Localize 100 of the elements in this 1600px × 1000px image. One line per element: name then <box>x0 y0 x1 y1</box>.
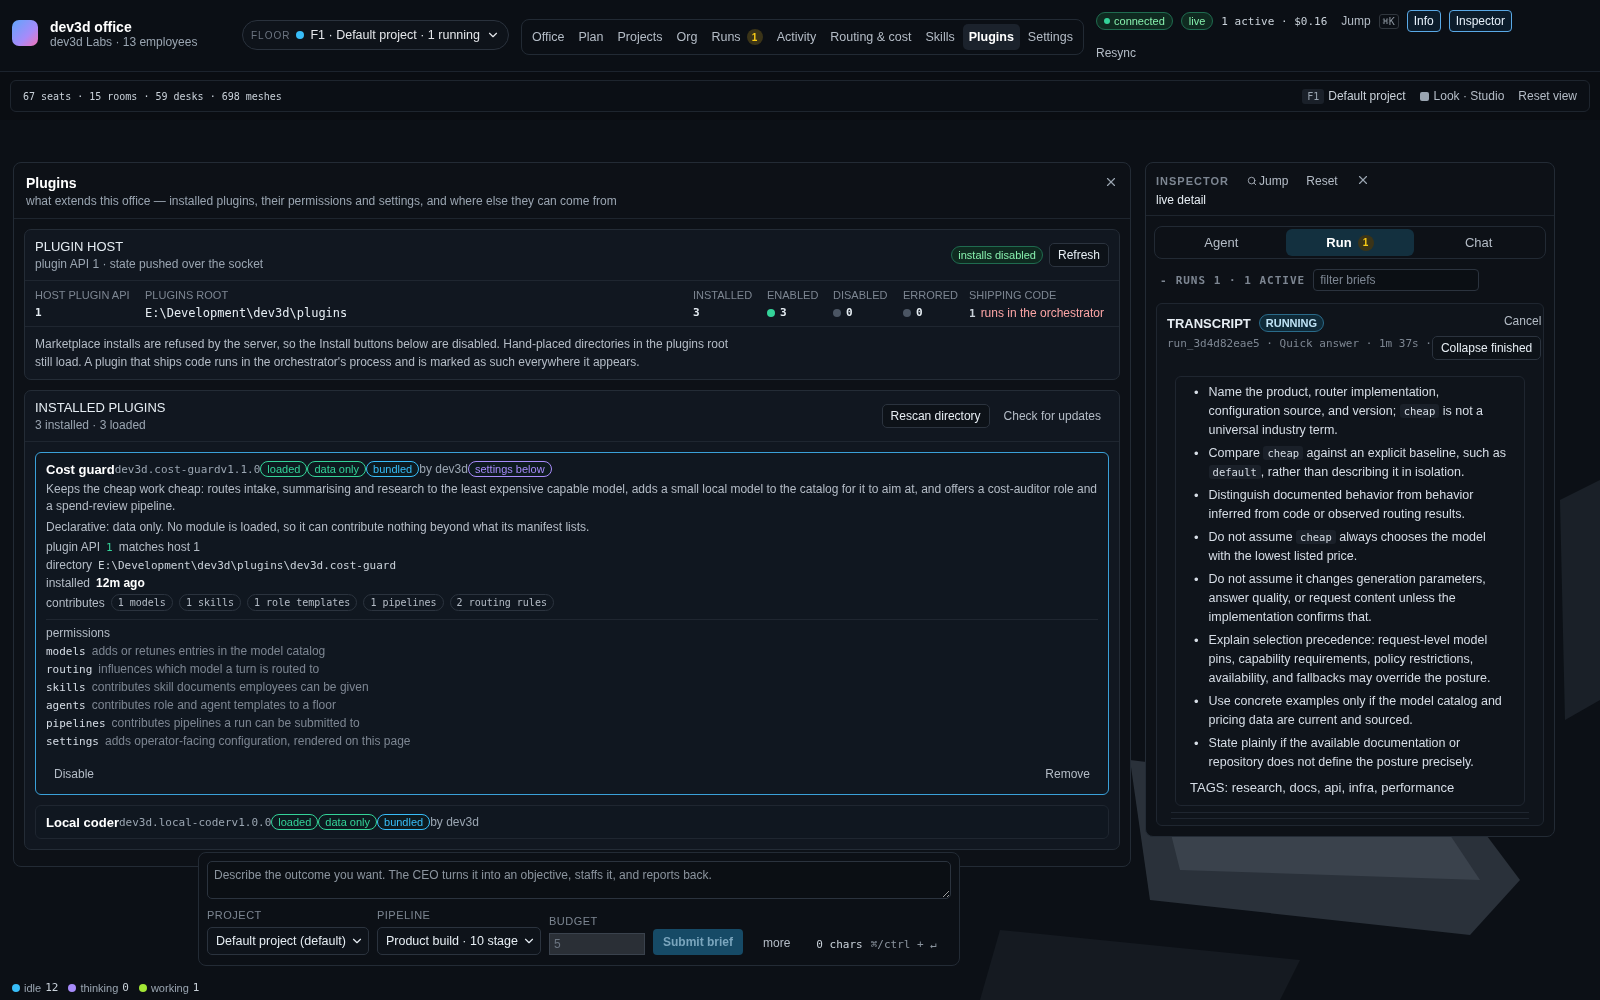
field-label: installed <box>46 576 91 590</box>
status-count: 0 <box>122 981 129 994</box>
jump-button[interactable]: Jump <box>1341 14 1371 28</box>
nav-tab[interactable]: Projects <box>611 24 669 50</box>
project-name: Default project <box>1328 89 1406 103</box>
permission-key: pipelines <box>46 716 106 730</box>
reset-view-button[interactable]: Reset view <box>1518 89 1577 103</box>
bullet-text: Use concrete examples only if the model catalog and pricing data are current and sourced. <box>1208 693 1503 729</box>
api-note: matches host 1 <box>118 540 201 554</box>
permission-text: adds or retunes entries in the model catalog <box>91 644 326 658</box>
floor-selector[interactable]: FLOOR F1 · Default project · 1 running <box>242 20 509 50</box>
check-updates-button[interactable]: Check for updates <box>995 404 1109 428</box>
app-title: dev3d office <box>50 19 133 35</box>
stat-label: PLUGINS ROOT <box>145 289 230 301</box>
plugin-author: by dev3d <box>419 462 468 476</box>
budget-field[interactable]: 5 <box>548 933 645 955</box>
pipeline-select[interactable]: Product build · 10 stage <box>376 927 541 955</box>
nav-tab[interactable]: Plugins <box>962 24 1020 50</box>
bullet-text: Do not assume cheap always chooses the model with the lowest listed price. <box>1208 529 1487 565</box>
status-badge: RUNNING <box>1258 314 1325 332</box>
bullet-text: Do not assume it changes generation parameters, answer quality, or request content unless the implementation confirms that. <box>1208 571 1487 626</box>
inspector-tab[interactable]: Chat <box>1414 229 1543 256</box>
permission-key: routing <box>46 662 93 676</box>
inspector-label: INSPECTOR <box>1156 175 1229 187</box>
more-button[interactable]: more <box>755 931 799 955</box>
remove-button[interactable]: Remove <box>1037 762 1098 786</box>
stat-value: 0 <box>833 306 903 319</box>
stat-label: ENABLED <box>767 289 820 301</box>
status-count: 1 <box>192 981 200 994</box>
submit-button[interactable]: Submit brief <box>652 929 743 955</box>
panel-title: Plugins <box>26 175 78 191</box>
plugin-note: Declarative: data only. No module is loaded, so it can contribute nothing beyond what its manifest lists. <box>46 519 591 536</box>
plugin-description: Keeps the cheap work cheap: routes intake, summarising and research to the least expensive capable model, adds a small local model to the catalog for it to aim at, and offers a cost-auditor role and a spend-review pipeline. <box>46 481 1098 515</box>
plugin-card[interactable]: Local coderdev3d.local-coderv1.0.0 loaded data only bundled by dev3d <box>35 805 1109 839</box>
brief-field[interactable]: Describe the outcome you want. The CEO turns it into an objective, staffs it, and reports back. <box>207 861 951 899</box>
jump-button[interactable]: Jump <box>1247 174 1289 188</box>
section-title: PLUGIN HOST <box>35 239 125 254</box>
app-logo <box>12 20 38 46</box>
stat-value: 3 <box>767 306 833 319</box>
stat-label: DISABLED <box>833 289 889 301</box>
nav-tab[interactable]: Plan <box>572 24 610 50</box>
nav-tab[interactable]: Settings <box>1021 24 1079 50</box>
bullet-text: State plainly if the available documentation or repository does not define the posture precisely. <box>1208 735 1475 771</box>
bullet-marker: • <box>1194 693 1199 711</box>
permission-text: contributes role and agent templates to a floor <box>91 698 336 712</box>
stat-label: ERRORED <box>903 289 959 301</box>
nav-tab[interactable]: Office <box>526 24 571 50</box>
bullet-marker: • <box>1194 571 1199 589</box>
bullet-marker: • <box>1194 384 1199 402</box>
bullet-text: Distinguish documented behavior from behavior inferred from code or observed routing results. <box>1208 487 1475 523</box>
nav-tab[interactable]: Skills <box>919 24 961 50</box>
plugin-badge: loaded <box>260 461 308 477</box>
app-subtitle: dev3d Labs · 13 employees <box>50 35 199 49</box>
project-select[interactable]: Default project (default) <box>207 927 369 955</box>
bullet-text: Compare cheap against an explicit baseline, such as default , rather than describing it in isolation. <box>1208 445 1507 481</box>
header-button[interactable]: Inspector <box>1448 10 1513 32</box>
permission-text: contributes skill documents employees can be given <box>91 680 369 694</box>
header-button[interactable]: Info <box>1406 10 1441 32</box>
runs-label: RUNS 1 · 1 ACTIVE <box>1175 273 1306 287</box>
directory-path: E:\Development\dev3d\plugins\dev3d.cost-guard <box>98 558 397 572</box>
bullet-marker: • <box>1194 735 1199 753</box>
field-label: PROJECT <box>207 909 263 921</box>
permissions-label: permissions <box>46 626 112 640</box>
nav-tab[interactable]: Activity <box>770 24 823 50</box>
nav-tab[interactable]: Routing & cost <box>824 24 918 50</box>
reset-button[interactable]: Reset <box>1306 174 1338 188</box>
resync-button[interactable]: Resync <box>1096 46 1137 60</box>
nav-tab[interactable]: Org <box>670 24 704 50</box>
panel-subtitle: what extends this office — installed plugins, their permissions and settings, and where else they can come from <box>26 194 617 208</box>
rescan-button[interactable]: Rescan directory <box>881 404 990 428</box>
scene-stats: 67 seats · 15 rooms · 59 desks · 698 meshes <box>23 90 282 102</box>
bullet-marker: • <box>1194 529 1199 547</box>
transcript-title: TRANSCRIPT <box>1167 315 1251 331</box>
refresh-button[interactable]: Refresh <box>1048 243 1109 267</box>
bullet-text: Name the product, router implementation, configuration source, and version; cheap is not a universal industry term. <box>1208 384 1485 439</box>
inspector-subtitle: live detail <box>1156 193 1208 207</box>
stat-label: SHIPPING CODE <box>969 289 1058 301</box>
collapse-button[interactable]: Collapse finished <box>1431 336 1542 360</box>
look-button[interactable]: Look · Studio <box>1433 89 1505 103</box>
stat-value: 3 <box>693 306 701 319</box>
plugin-badge: settings below <box>467 461 552 477</box>
inspector-tab[interactable]: Run 1 <box>1285 229 1415 256</box>
filter-field[interactable]: filter briefs <box>1313 269 1480 291</box>
stat-label: INSTALLED <box>693 289 754 301</box>
inspector-tab[interactable]: Agent <box>1157 229 1286 256</box>
permission-text: adds operator-facing configuration, rendered on this page <box>105 734 411 748</box>
checkbox-icon[interactable] <box>1419 91 1429 101</box>
plugin-card[interactable] <box>35 452 1109 795</box>
stat-value: 0 <box>903 306 969 319</box>
bullet-marker: • <box>1194 487 1199 505</box>
field-label: contributes <box>46 595 105 610</box>
plugin-badge: data only <box>318 814 377 830</box>
cancel-button[interactable]: Cancel <box>1503 314 1542 328</box>
disable-button[interactable]: Disable <box>46 762 103 786</box>
field-label: directory <box>46 558 92 572</box>
nav-tab[interactable]: Runs 1 <box>705 24 769 50</box>
status-label: idle <box>24 981 42 994</box>
collapse-toggle[interactable]: - <box>1160 273 1168 287</box>
permission-key: agents <box>46 698 86 712</box>
plugin-badge: bundled <box>366 461 420 477</box>
